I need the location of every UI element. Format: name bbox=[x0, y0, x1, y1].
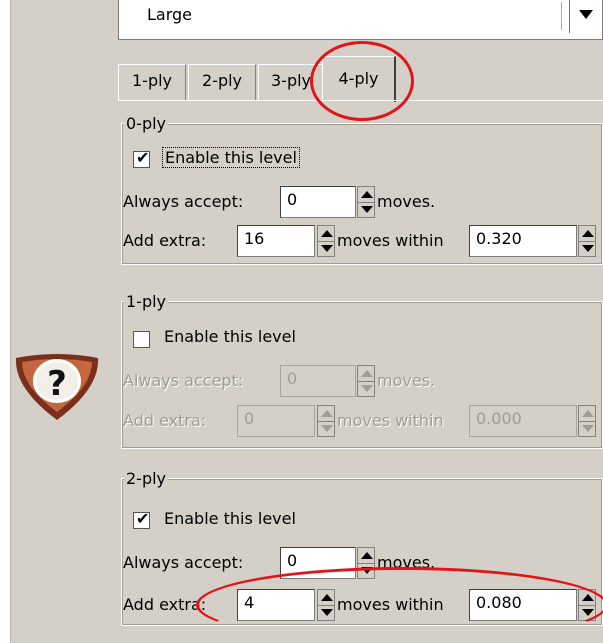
stepper-divider bbox=[579, 241, 595, 242]
arrow-up-icon bbox=[582, 410, 594, 417]
moves-label: moves. bbox=[377, 192, 436, 211]
enable-checkbox-2[interactable]: ✔ bbox=[133, 509, 150, 529]
help-symbol: ? bbox=[47, 364, 67, 404]
input-value: 0.000 bbox=[476, 409, 522, 428]
enable-label-1[interactable]: Enable this level bbox=[164, 327, 296, 346]
tab-label: 3-ply bbox=[270, 71, 312, 90]
tab-1-ply[interactable]: 1-ply bbox=[118, 64, 186, 100]
within-stepper[interactable] bbox=[578, 225, 596, 257]
arrow-up-icon bbox=[582, 230, 594, 237]
stepper-divider bbox=[358, 202, 374, 203]
tab-label: 1-ply bbox=[131, 71, 173, 90]
input-value: 0.320 bbox=[476, 229, 522, 248]
stepper-divider bbox=[358, 563, 374, 564]
moves-within-label: moves within bbox=[337, 411, 444, 430]
always-accept-label: Always accept: bbox=[123, 553, 244, 572]
enable-checkbox-1[interactable] bbox=[133, 331, 150, 348]
input-value: 0 bbox=[244, 409, 255, 428]
moves-label: moves. bbox=[377, 371, 436, 390]
add-extra-input[interactable]: 0 bbox=[237, 405, 315, 437]
within-stepper[interactable] bbox=[578, 405, 596, 437]
size-dropdown-value: Large bbox=[147, 5, 193, 24]
input-value: 16 bbox=[244, 229, 265, 248]
arrow-up-icon bbox=[361, 370, 373, 377]
group-legend: 2-ply bbox=[124, 469, 169, 488]
input-value: 0 bbox=[287, 551, 298, 570]
arrow-up-icon bbox=[361, 191, 373, 198]
add-extra-stepper[interactable] bbox=[317, 405, 335, 437]
stepper-divider bbox=[318, 421, 334, 422]
annotation-ellipse-extra bbox=[196, 567, 603, 643]
group-legend: 1-ply bbox=[124, 292, 169, 311]
always-accept-input[interactable]: 0 bbox=[280, 365, 356, 397]
stepper-divider bbox=[318, 241, 334, 242]
input-value: 0 bbox=[287, 369, 298, 388]
chevron-down-icon[interactable] bbox=[569, 0, 602, 33]
always-accept-input[interactable]: 0 bbox=[280, 186, 356, 218]
check-icon: ✔ bbox=[136, 148, 150, 167]
arrow-down-icon bbox=[582, 245, 594, 252]
dropdown-separator bbox=[561, 2, 562, 30]
add-extra-label: Add extra: bbox=[123, 595, 207, 614]
add-extra-label: Add extra: bbox=[123, 231, 207, 250]
always-accept-stepper[interactable] bbox=[357, 186, 375, 218]
help-icon[interactable]: ? bbox=[8, 350, 106, 422]
within-input[interactable]: 0.000 bbox=[469, 405, 577, 437]
arrow-up-icon bbox=[321, 230, 333, 237]
enable-checkbox-0[interactable]: ✔ bbox=[133, 148, 150, 168]
arrow-down-icon bbox=[321, 245, 333, 252]
moves-within-label: moves within bbox=[337, 231, 444, 250]
arrow-down-icon bbox=[321, 425, 333, 432]
always-accept-label: Always accept: bbox=[123, 371, 244, 390]
stepper-divider bbox=[579, 421, 595, 422]
arrow-down-icon bbox=[361, 206, 373, 213]
annotation-circle-tab bbox=[310, 41, 414, 121]
group-legend: 0-ply bbox=[124, 114, 169, 133]
check-icon: ✔ bbox=[136, 509, 150, 528]
always-accept-stepper[interactable] bbox=[357, 365, 375, 397]
add-extra-label: Add extra: bbox=[123, 411, 207, 430]
arrow-down-icon bbox=[361, 385, 373, 392]
input-value: 0 bbox=[287, 190, 298, 209]
within-input[interactable]: 0.320 bbox=[469, 225, 577, 257]
left-margin bbox=[0, 0, 10, 643]
arrow-up-icon bbox=[321, 410, 333, 417]
add-extra-stepper[interactable] bbox=[317, 225, 335, 257]
stepper-divider bbox=[358, 381, 374, 382]
tab-label: 2-ply bbox=[201, 71, 243, 90]
add-extra-input[interactable]: 16 bbox=[237, 225, 315, 257]
left-divider bbox=[10, 0, 11, 643]
enable-label-2[interactable]: Enable this level bbox=[164, 509, 296, 528]
arrow-up-icon bbox=[361, 552, 373, 559]
size-dropdown[interactable]: Large bbox=[118, 0, 603, 40]
arrow-down-icon bbox=[582, 425, 594, 432]
always-accept-label: Always accept: bbox=[123, 192, 244, 211]
enable-label-0[interactable]: Enable this level bbox=[162, 147, 300, 168]
tab-2-ply[interactable]: 2-ply bbox=[188, 64, 256, 100]
